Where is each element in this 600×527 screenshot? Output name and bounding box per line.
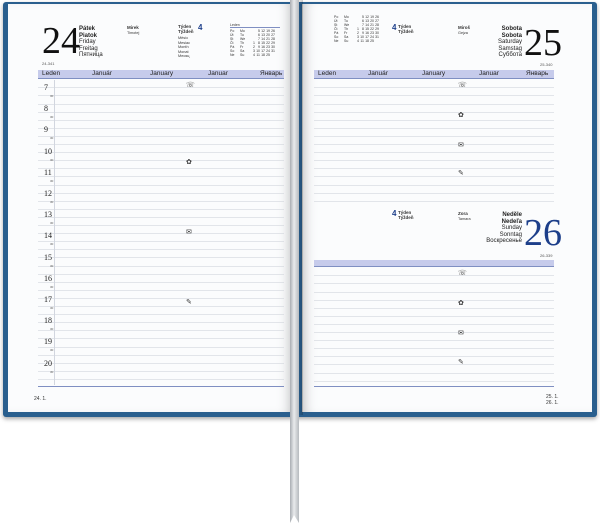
right-mini-calendar: Po Mo 5 12 19 26 Út Tu 6 13 20 27 St We 7 14 21 28 Čt Th 1 8 1… [334, 15, 384, 49]
envelope-icon: ✉ [186, 229, 192, 236]
right-top-day-code: 25-340 [540, 62, 553, 67]
hour-label: 17 [44, 295, 52, 304]
left-day-code: 24-341 [42, 61, 55, 66]
half-hour-mark: 30 [50, 94, 54, 98]
pencil-icon: ✎ [458, 359, 464, 366]
mini-calendar-row: Ne Su 4 11 18 25 [230, 53, 270, 57]
right-top-week-label: Týden Týždeň [398, 24, 414, 34]
left-page: 24 24-341 Pátek Piatok Friday Freitag Пя… [8, 4, 292, 412]
right-top-day-names: Sobota Sobota Saturday Samstag Суббота [497, 26, 522, 58]
half-hour-mark: 30 [50, 136, 54, 141]
pencil-icon: ✎ [458, 170, 464, 177]
left-ruled-lines [38, 80, 284, 385]
hour-label: 16 [44, 273, 52, 283]
right-top-day-number: 25 [524, 22, 562, 64]
flower-icon: ✿ [458, 300, 464, 307]
half-hour-mark: 30 [50, 178, 54, 183]
right-page: Po Mo 5 12 19 26 Út Tu 6 13 20 27 St We 7 14 21 28 Čt Th 1 8 1… [302, 4, 592, 412]
hour-label: 18 [44, 316, 52, 326]
right-bottom-section-bar [314, 260, 554, 267]
right-bottom-names-day: Zora Tamara [458, 211, 471, 221]
hour-label: 10 [44, 146, 52, 156]
right-bottom-day-names: Neděle Nedeľa Sunday Sonntag Воскресенье [486, 212, 522, 244]
right-bottom-ruled-lines [314, 268, 554, 386]
right-bottom-day-number: 26 [524, 212, 562, 254]
right-top-ruled-lines [314, 80, 554, 202]
half-hour-mark: 30 [50, 221, 54, 226]
half-hour-mark: 30 [50, 306, 54, 310]
mini-calendar-row: Ne Su 4 11 18 25 [334, 39, 374, 43]
left-page-number: 24. 1. [34, 396, 47, 402]
half-hour-mark: 30 [50, 200, 54, 204]
half-hour-mark: 30 [50, 327, 54, 332]
left-moon-text: Měsíc Mesiac Month Monat Месяц [178, 36, 191, 58]
diary-book: 24 24-341 Pátek Piatok Friday Freitag Пя… [0, 0, 600, 527]
left-week-number: 4 [198, 23, 203, 32]
hour-label: 14 [44, 231, 52, 241]
half-hour-mark: 30 [50, 263, 54, 268]
right-bottom-week-number: 4 [392, 209, 397, 218]
half-hour-mark: 30 [50, 242, 54, 247]
hour-label: 7 [44, 83, 48, 92]
flower-icon: ✿ [186, 159, 192, 166]
right-top-names-day: Miroš Gejza [458, 25, 471, 35]
envelope-icon: ✉ [458, 330, 464, 337]
hour-label: 20 [44, 358, 52, 368]
hour-label: 9 [44, 125, 48, 135]
flower-icon: ✿ [458, 112, 464, 119]
left-names-day: Mirek Timotej [127, 25, 140, 35]
right-bottom-day-code: 26-339 [540, 253, 553, 258]
phone-icon: ☏ [186, 82, 195, 89]
left-week-label: Týden Týždeň [178, 24, 194, 34]
half-hour-mark: 30 [50, 115, 54, 120]
half-hour-mark: 30 [50, 284, 54, 289]
right-bottom-week-label: Týden Týždeň [398, 210, 414, 220]
right-top-week-number: 4 [392, 23, 397, 32]
half-hour-mark: 30 [50, 157, 54, 162]
envelope-icon: ✉ [458, 142, 464, 149]
right-page-numbers: 25. 1. 26. 1. [546, 394, 559, 406]
phone-icon: ☏ [458, 82, 467, 89]
left-day-names: Pátek Piatok Friday Freitag Пятница [79, 26, 103, 58]
hour-label: 19 [44, 337, 52, 347]
left-month-bar: Leden Január January Januar Январь [38, 70, 284, 79]
pencil-icon: ✎ [186, 299, 192, 306]
hour-label: 12 [44, 189, 52, 198]
hour-label: 11 [44, 167, 52, 177]
hour-label: 8 [44, 104, 48, 114]
hour-label: 15 [44, 252, 52, 262]
right-month-bar: Leden Január January Januar Январь [314, 70, 554, 79]
hour-label: 13 [44, 210, 52, 220]
half-hour-mark: 30 [50, 369, 54, 374]
left-mini-calendar: Leden Po Mo 5 12 19 26 Út Tu 6 13 20 27 St We 7 14 21 28 Č… [230, 23, 280, 57]
bookmark-ribbon[interactable] [290, 0, 299, 523]
half-hour-mark: 30 [50, 348, 54, 353]
left-day-number: 24 [42, 20, 80, 62]
phone-icon: ☏ [458, 270, 467, 277]
